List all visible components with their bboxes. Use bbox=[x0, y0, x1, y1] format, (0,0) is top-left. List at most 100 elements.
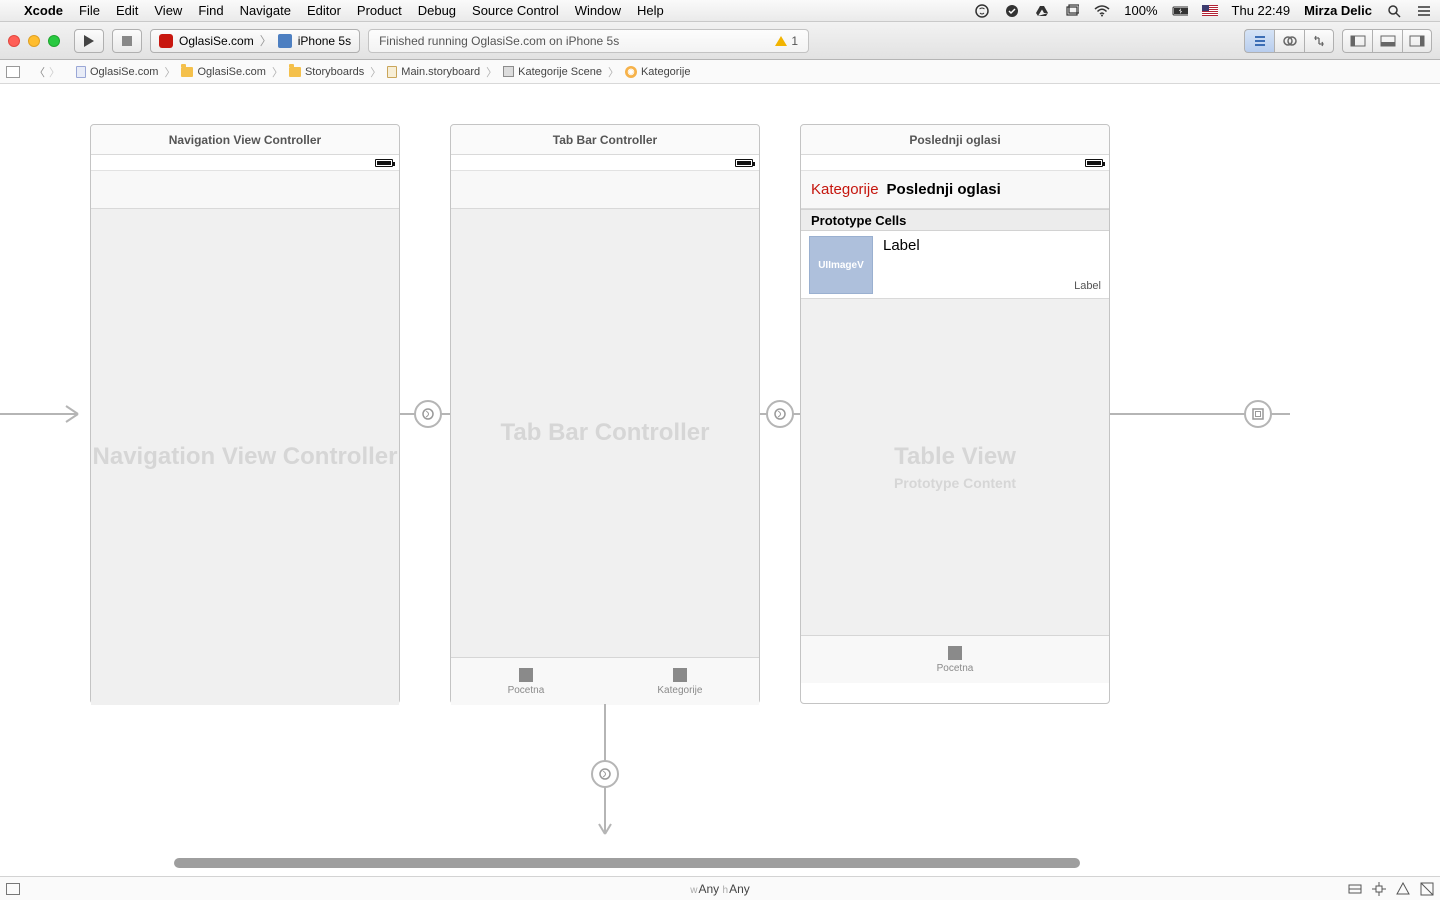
menubar-clock[interactable]: Thu 22:49 bbox=[1232, 3, 1291, 18]
window-minimize-button[interactable] bbox=[28, 35, 40, 47]
version-editor-button[interactable] bbox=[1304, 29, 1334, 53]
jump-project[interactable]: OglasiSe.com bbox=[74, 66, 160, 78]
scene-tab-bar-controller[interactable]: Tab Bar Controller Tab Bar Controller Po… bbox=[450, 124, 760, 704]
tab-item-pocetna[interactable]: Pocetna bbox=[937, 646, 974, 674]
run-button[interactable] bbox=[74, 29, 104, 53]
toggle-utilities-button[interactable] bbox=[1402, 29, 1432, 53]
menu-help[interactable]: Help bbox=[637, 3, 664, 18]
scheme-device-icon bbox=[278, 34, 292, 48]
jump-file[interactable]: Main.storyboard bbox=[385, 66, 482, 78]
nav-back-button[interactable]: 〈 bbox=[34, 64, 45, 80]
flag-icon[interactable] bbox=[1202, 3, 1218, 19]
toggle-debug-area-button[interactable] bbox=[1372, 29, 1402, 53]
related-items-icon[interactable] bbox=[6, 66, 20, 78]
toggle-navigator-button[interactable] bbox=[1342, 29, 1372, 53]
scene-icon bbox=[503, 66, 514, 77]
cell-title-label[interactable]: Label bbox=[883, 237, 920, 254]
jump-item[interactable]: ◉ Kategorije bbox=[623, 66, 693, 78]
jump-item-label: Kategorije bbox=[641, 66, 691, 78]
segue-icon[interactable] bbox=[591, 760, 619, 788]
storyboard-file-icon bbox=[387, 66, 397, 78]
activity-viewer[interactable]: Finished running OglasiSe.com on iPhone … bbox=[368, 29, 809, 53]
stop-button[interactable] bbox=[112, 29, 142, 53]
nav-forward-button[interactable]: 〉 bbox=[49, 64, 60, 80]
cell-detail-label[interactable]: Label bbox=[1074, 280, 1101, 292]
menu-edit[interactable]: Edit bbox=[116, 3, 138, 18]
jump-group-label: OglasiSe.com bbox=[197, 66, 265, 78]
menu-view[interactable]: View bbox=[154, 3, 182, 18]
jump-folder[interactable]: Storyboards bbox=[287, 66, 366, 78]
storyboard-canvas[interactable]: Navigation View Controller Navigation Vi… bbox=[0, 84, 1440, 876]
prototype-cells-header: Prototype Cells bbox=[801, 209, 1109, 231]
viber-icon[interactable] bbox=[974, 3, 990, 19]
scheme-app-name: OglasiSe.com bbox=[179, 34, 254, 48]
menu-file[interactable]: File bbox=[79, 3, 100, 18]
scene-title: Navigation View Controller bbox=[91, 125, 399, 155]
segue-icon[interactable] bbox=[766, 400, 794, 428]
tab-item-pocetna[interactable]: Pocetna bbox=[508, 668, 545, 696]
editor-mode-group bbox=[1244, 29, 1334, 53]
menu-source-control[interactable]: Source Control bbox=[472, 3, 559, 18]
resizing-button[interactable] bbox=[1420, 882, 1434, 896]
tab-item-kategorije[interactable]: Kategorije bbox=[657, 668, 702, 696]
size-class-control[interactable]: wAny hAny bbox=[690, 882, 750, 896]
resolve-issues-button[interactable] bbox=[1396, 882, 1410, 896]
scene-title: Tab Bar Controller bbox=[451, 125, 759, 155]
panel-visibility-group bbox=[1342, 29, 1432, 53]
menu-debug[interactable]: Debug bbox=[418, 3, 456, 18]
align-button[interactable] bbox=[1348, 882, 1362, 896]
menu-find[interactable]: Find bbox=[198, 3, 223, 18]
spotlight-icon[interactable] bbox=[1386, 3, 1402, 19]
tab-item-label: Pocetna bbox=[937, 663, 974, 674]
standard-editor-button[interactable] bbox=[1244, 29, 1274, 53]
jump-scene[interactable]: Kategorije Scene bbox=[501, 66, 604, 78]
jump-group[interactable]: OglasiSe.com bbox=[179, 66, 267, 78]
assistant-editor-button[interactable] bbox=[1274, 29, 1304, 53]
window-zoom-button[interactable] bbox=[48, 35, 60, 47]
tab-bar[interactable]: Pocetna bbox=[801, 635, 1109, 683]
activity-text: Finished running OglasiSe.com on iPhone … bbox=[379, 34, 619, 48]
menu-navigate[interactable]: Navigate bbox=[240, 3, 291, 18]
placeholder-text: Table View bbox=[894, 443, 1016, 471]
menubar-user[interactable]: Mirza Delic bbox=[1304, 3, 1372, 18]
scheme-device-name: iPhone 5s bbox=[298, 34, 351, 48]
navigation-bar[interactable] bbox=[451, 171, 759, 209]
scheme-selector[interactable]: OglasiSe.com 〉 iPhone 5s bbox=[150, 29, 360, 53]
viewcontroller-icon: ◉ bbox=[625, 66, 637, 78]
tab-bar[interactable]: Pocetna Kategorije bbox=[451, 657, 759, 705]
uiimageview[interactable]: UIImageV bbox=[809, 236, 873, 294]
scene-navigation-controller[interactable]: Navigation View Controller Navigation Vi… bbox=[90, 124, 400, 704]
dropbox-icon[interactable] bbox=[1064, 3, 1080, 19]
prototype-cell[interactable]: UIImageV Label Label bbox=[801, 231, 1109, 299]
nav-back-button[interactable]: Kategorije bbox=[811, 181, 879, 198]
folder-icon bbox=[181, 67, 193, 77]
mac-menubar: Xcode File Edit View Find Navigate Edito… bbox=[0, 0, 1440, 22]
menu-editor[interactable]: Editor bbox=[307, 3, 341, 18]
menu-window[interactable]: Window bbox=[575, 3, 621, 18]
toggle-outline-button[interactable] bbox=[6, 883, 20, 895]
window-close-button[interactable] bbox=[8, 35, 20, 47]
pin-button[interactable] bbox=[1372, 882, 1386, 896]
notification-center-icon[interactable] bbox=[1416, 3, 1432, 19]
battery-icon bbox=[1085, 159, 1103, 167]
navigation-bar[interactable] bbox=[91, 171, 399, 209]
segue-icon[interactable] bbox=[414, 400, 442, 428]
size-height-label: Any bbox=[729, 882, 750, 896]
app-menu[interactable]: Xcode bbox=[24, 3, 63, 18]
nav-title: Poslednji oglasi bbox=[887, 181, 1001, 198]
battery-icon bbox=[1172, 3, 1188, 19]
jump-folder-label: Storyboards bbox=[305, 66, 364, 78]
jump-scene-label: Kategorije Scene bbox=[518, 66, 602, 78]
wifi-icon[interactable] bbox=[1094, 3, 1110, 19]
menu-product[interactable]: Product bbox=[357, 3, 402, 18]
google-drive-icon[interactable] bbox=[1034, 3, 1050, 19]
horizontal-scrollbar[interactable] bbox=[174, 858, 1080, 868]
jump-bar: 〈 〉 OglasiSe.com 〉 OglasiSe.com 〉 Storyb… bbox=[0, 60, 1440, 84]
scene-poslednji-oglasi[interactable]: Poslednji oglasi Kategorije Poslednji og… bbox=[800, 124, 1110, 704]
tab-item-label: Kategorije bbox=[657, 685, 702, 696]
xcode-toolbar: OglasiSe.com 〉 iPhone 5s Finished runnin… bbox=[0, 22, 1440, 60]
jump-project-label: OglasiSe.com bbox=[90, 66, 158, 78]
status-icon[interactable] bbox=[1004, 3, 1020, 19]
segue-embed-icon[interactable] bbox=[1244, 400, 1272, 428]
navigation-bar[interactable]: Kategorije Poslednji oglasi bbox=[801, 171, 1109, 209]
